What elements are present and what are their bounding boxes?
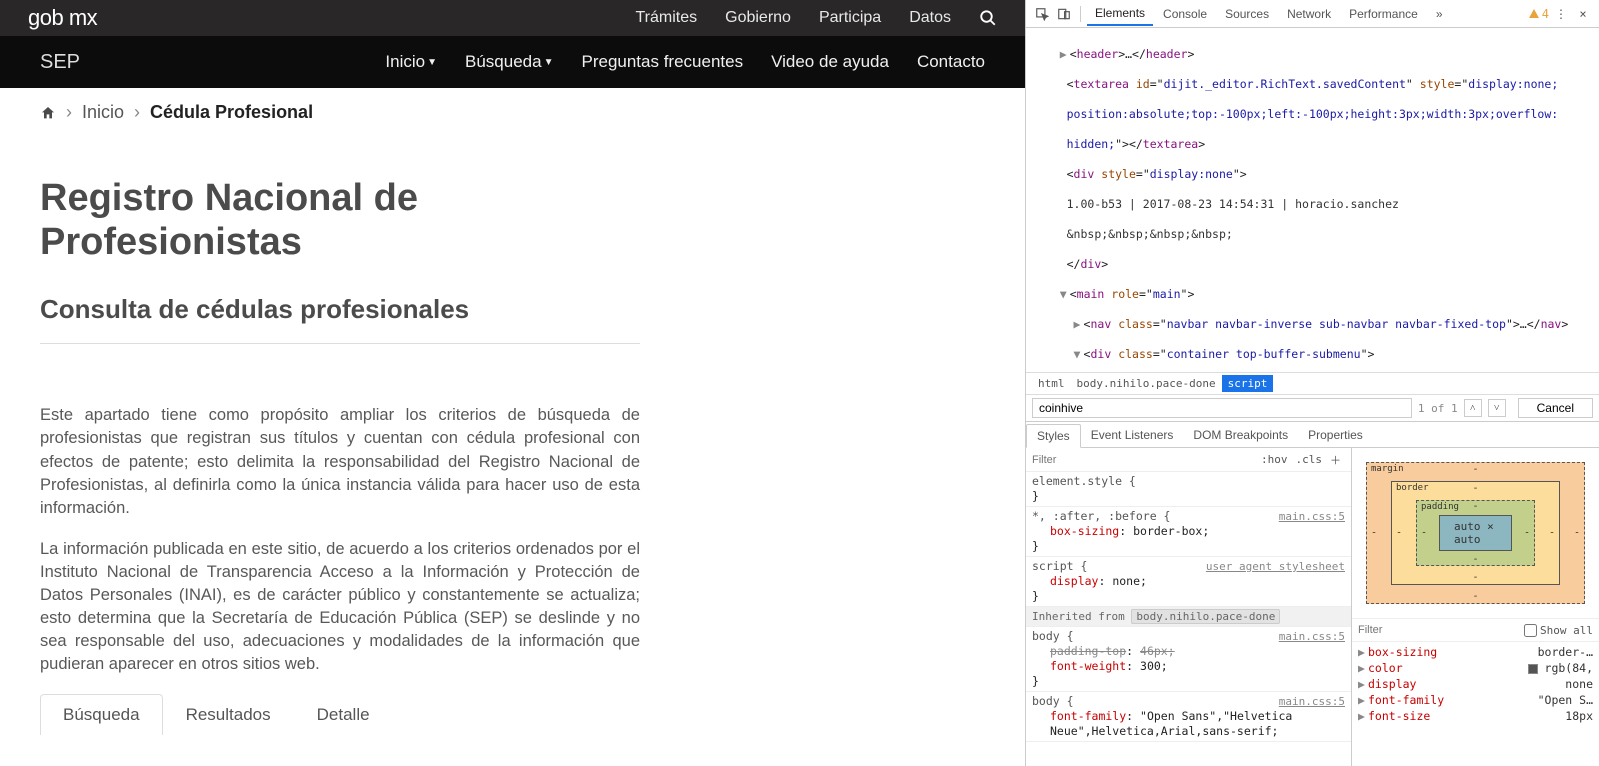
subnav-contacto[interactable]: Contacto [917,52,985,72]
devtools-tab-performance[interactable]: Performance [1341,3,1426,25]
breadcrumb-current: Cédula Profesional [150,102,313,123]
nav-datos[interactable]: Datos [909,9,951,27]
gov-header: gob mx Trámites Gobierno Participa Datos [0,0,1025,36]
devtools-panel: Elements Console Sources Network Perform… [1025,0,1599,766]
find-bar: 1 of 1 ˄ ˅ Cancel [1026,394,1599,422]
styles-subtabs: Styles Event Listeners DOM Breakpoints P… [1026,422,1599,448]
content-tabs: Búsqueda Resultados Detalle [40,694,640,735]
crumb-body[interactable]: body.nihilo.pace-done [1071,375,1222,392]
rule-source-link[interactable]: main.css:5 [1279,509,1345,524]
inherited-from-label: Inherited from [1032,610,1125,623]
dom-breadcrumbs: html body.nihilo.pace-done script [1026,372,1599,394]
rule-selector: body { [1032,629,1074,643]
tab-resultados[interactable]: Resultados [163,694,294,735]
find-next-icon[interactable]: ˅ [1488,399,1506,417]
breadcrumb-sep: › [134,102,140,123]
subnav-inicio[interactable]: Inicio▼ [385,52,437,72]
find-cancel-button[interactable]: Cancel [1518,398,1593,418]
sep-label: SEP [40,51,80,74]
css-rules[interactable]: element.style {} main.css:5 *, :after, :… [1026,472,1351,766]
devtools-tab-more[interactable]: » [1428,3,1451,25]
rule-selector: body { [1032,694,1074,708]
subnav-busqueda[interactable]: Búsqueda▼ [465,52,553,72]
crumb-script[interactable]: script [1222,375,1274,392]
rule-source-link[interactable]: main.css:5 [1279,694,1345,709]
rule-selector: *, :after, :before { [1032,509,1170,523]
subtab-event-listeners[interactable]: Event Listeners [1081,424,1184,446]
page-subtitle: Consulta de cédulas profesionales [40,294,640,325]
breadcrumb-sep: › [66,102,72,123]
find-count: 1 of 1 [1418,402,1458,415]
bm-margin-label: margin [1371,464,1404,474]
chevron-down-icon: ▼ [544,57,554,68]
rule-source-link[interactable]: main.css:5 [1279,629,1345,644]
chevron-down-icon: ▼ [427,57,437,68]
nav-gobierno[interactable]: Gobierno [725,9,791,27]
webpage: gob mx Trámites Gobierno Participa Datos… [0,0,1025,766]
color-swatch [1528,664,1538,674]
computed-filter-input[interactable] [1358,624,1518,636]
devtools-toolbar: Elements Console Sources Network Perform… [1026,0,1599,28]
nav-tramites[interactable]: Trámites [635,9,697,27]
bm-border-label: border [1396,483,1429,493]
styles-pane: :hov .cls ＋ element.style {} main.css:5 … [1026,448,1352,766]
hov-button[interactable]: :hov [1257,453,1292,466]
devtools-tab-console[interactable]: Console [1155,3,1215,25]
nbsp-text: &nbsp;&nbsp;&nbsp;&nbsp; [1067,227,1233,241]
find-input[interactable] [1032,398,1412,418]
devtools-close-icon[interactable]: × [1573,4,1593,24]
devtools-tab-network[interactable]: Network [1279,3,1339,25]
home-icon[interactable] [40,105,56,121]
show-all-checkbox[interactable]: Show all [1524,624,1593,637]
intro-paragraph-1: Este apartado tiene como propósito ampli… [40,404,640,519]
find-prev-icon[interactable]: ˄ [1464,399,1482,417]
subtab-styles[interactable]: Styles [1026,424,1081,448]
computed-pane: margin - - - - border - - - - padding [1352,448,1599,766]
subtab-properties[interactable]: Properties [1298,424,1373,446]
subtab-dom-breakpoints[interactable]: DOM Breakpoints [1183,424,1298,446]
devtools-tab-elements[interactable]: Elements [1087,2,1153,26]
rule-source-ua: user agent stylesheet [1206,559,1345,574]
box-model[interactable]: margin - - - - border - - - - padding [1352,448,1599,618]
gobmx-logo: gob mx [28,5,97,31]
build-version-text: 1.00-b53 | 2017-08-23 14:54:31 | horacio… [1032,197,1399,211]
sep-subnav: SEP Inicio▼ Búsqueda▼ Preguntas frecuent… [0,36,1025,88]
subnav-preguntas[interactable]: Preguntas frecuentes [581,52,743,72]
tab-detalle[interactable]: Detalle [294,694,393,735]
inherited-from-chip[interactable]: body.nihilo.pace-done [1131,609,1280,624]
nav-participa[interactable]: Participa [819,9,881,27]
search-icon[interactable] [979,9,997,27]
devtools-tab-sources[interactable]: Sources [1217,3,1277,25]
bm-padding-label: padding [1421,502,1459,512]
rule-selector: element.style { [1032,474,1136,488]
tab-busqueda[interactable]: Búsqueda [40,694,163,735]
styles-filter-input[interactable] [1032,454,1257,466]
page-title: Registro Nacional de Profesionistas [40,177,640,264]
add-rule-icon[interactable]: ＋ [1326,452,1345,468]
devtools-menu-icon[interactable]: ⋮ [1551,4,1571,24]
dom-tree[interactable]: ▶<header>…</header> <textarea id="dijit.… [1026,28,1599,372]
breadcrumb: › Inicio › Cédula Profesional [0,88,1025,137]
intro-paragraph-2: La información publicada en este sitio, … [40,538,640,677]
breadcrumb-home[interactable]: Inicio [82,102,124,123]
warnings-badge[interactable]: 4 [1528,7,1549,21]
cls-button[interactable]: .cls [1292,453,1327,466]
device-toggle-icon[interactable] [1054,4,1074,24]
divider [40,343,640,344]
subnav-video[interactable]: Video de ayuda [771,52,889,72]
rule-selector: script { [1032,559,1087,573]
bm-content-size: auto × auto [1439,515,1512,551]
crumb-html[interactable]: html [1032,375,1071,392]
computed-properties[interactable]: ▶box-sizingborder-… ▶color rgb(84, ▶disp… [1352,642,1599,766]
inspect-icon[interactable] [1032,4,1052,24]
